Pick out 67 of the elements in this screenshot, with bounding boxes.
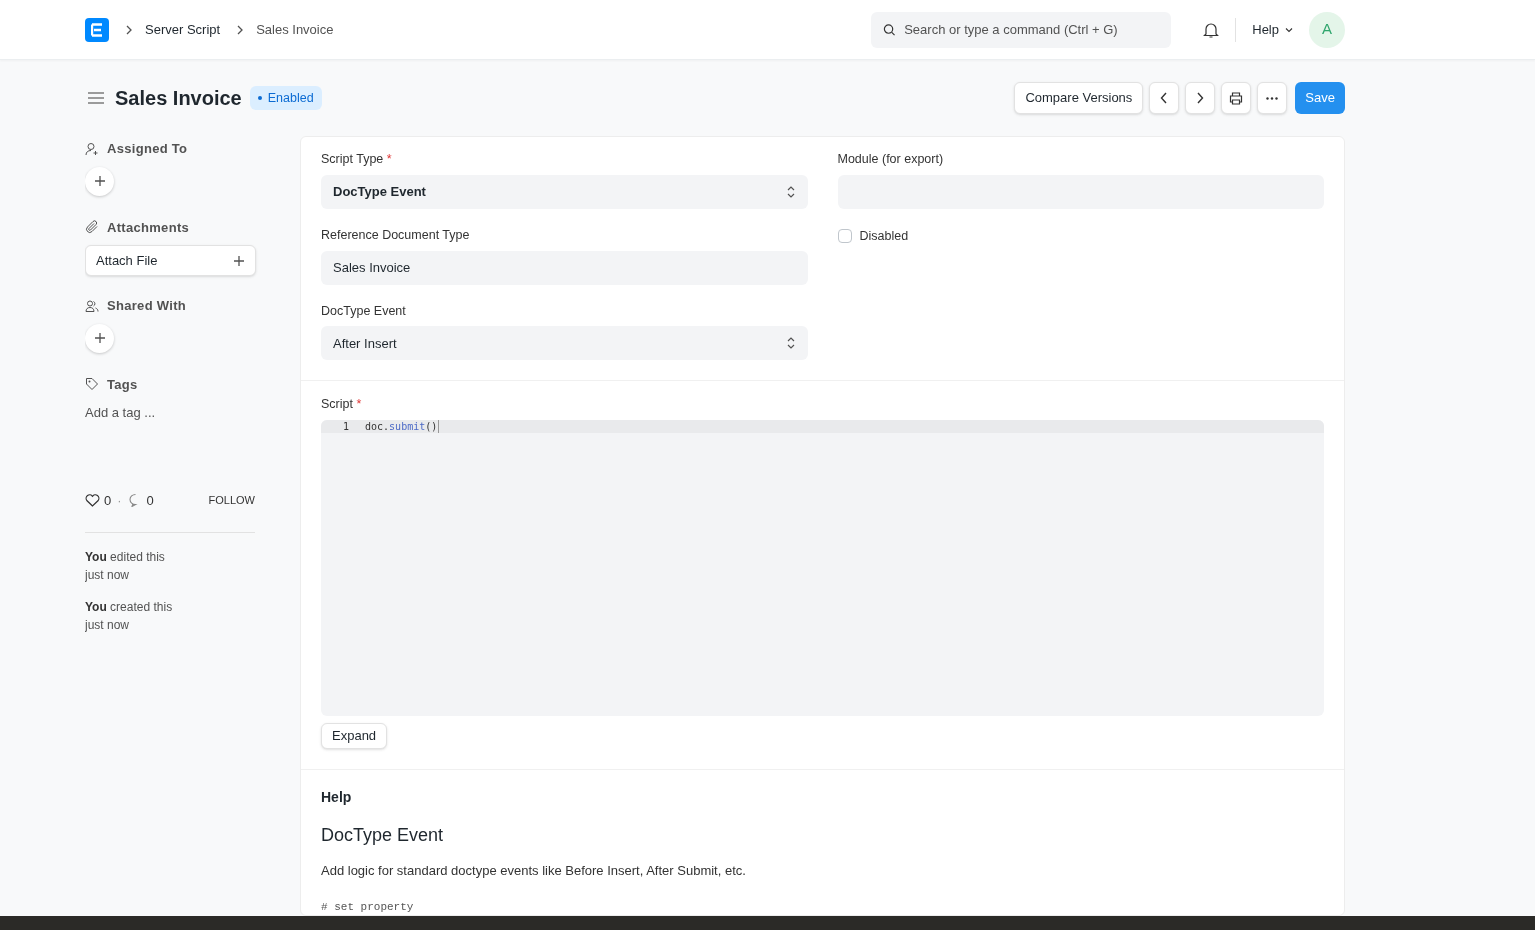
field-label: Script Type * bbox=[321, 151, 393, 168]
field-label: Module (for export) bbox=[837, 151, 945, 168]
compare-versions-button[interactable]: Compare Versions bbox=[1014, 82, 1144, 114]
activity-time: just now bbox=[85, 567, 131, 584]
select-arrows-icon bbox=[785, 336, 796, 351]
activity-text: You edited this bbox=[85, 549, 166, 566]
users-icon bbox=[85, 298, 99, 313]
select-field[interactable]: DocType Event bbox=[321, 174, 808, 209]
printer-icon bbox=[1229, 91, 1244, 105]
heart-icon[interactable] bbox=[85, 493, 100, 507]
checkbox[interactable] bbox=[837, 229, 852, 244]
breadcrumb-link[interactable]: Sales Invoice bbox=[256, 19, 334, 40]
next-button[interactable] bbox=[1185, 82, 1216, 114]
activity-time: just now bbox=[85, 617, 131, 634]
help-title: DocType Event bbox=[321, 824, 445, 847]
select-field[interactable]: After Insert bbox=[321, 326, 808, 361]
plus-icon bbox=[233, 254, 245, 267]
chevron-right-icon bbox=[125, 24, 133, 35]
code-line: doc.submit() bbox=[365, 420, 440, 433]
page-title: Sales Invoice bbox=[115, 86, 242, 111]
chevron-left-icon bbox=[1160, 92, 1169, 104]
chevron-right-icon bbox=[236, 24, 245, 35]
select-arrows-icon bbox=[785, 184, 796, 199]
search-field[interactable]: Search or type a command (Ctrl + G) bbox=[904, 19, 1160, 40]
attach-file-button[interactable]: Attach File bbox=[85, 245, 256, 276]
app-logo[interactable] bbox=[85, 17, 109, 42]
paperclip-icon bbox=[85, 220, 99, 235]
section-heading: Help bbox=[321, 788, 353, 807]
code-editor[interactable]: 1 doc.submit() bbox=[321, 420, 1324, 716]
print-button[interactable] bbox=[1221, 82, 1252, 114]
caret-icon bbox=[1285, 26, 1293, 33]
logo-icon bbox=[91, 22, 103, 37]
field-label: Reference Document Type bbox=[321, 226, 471, 244]
expand-button[interactable]: Expand bbox=[321, 723, 388, 749]
add-share-button[interactable] bbox=[85, 323, 114, 353]
plus-icon bbox=[93, 332, 106, 344]
plus-icon bbox=[93, 175, 106, 187]
notification-bell-icon[interactable] bbox=[1203, 20, 1220, 39]
search-bar[interactable]: Search or type a command (Ctrl + G) bbox=[871, 11, 1172, 48]
code-snippet: # set property bbox=[321, 899, 415, 915]
help-text: Add logic for standard doctype events like Before Insert, After Submit, etc. bbox=[321, 862, 747, 880]
comment-count: 0 bbox=[146, 491, 154, 510]
add-assignee-button[interactable] bbox=[85, 166, 114, 196]
status-indicator: Enabled bbox=[249, 86, 322, 110]
input-field[interactable]: Sales Invoice bbox=[321, 250, 808, 285]
line-number: 1 bbox=[341, 420, 349, 433]
previous-button[interactable] bbox=[1149, 82, 1180, 114]
separator: · bbox=[117, 491, 122, 510]
like-count: 0 bbox=[104, 491, 112, 510]
activity-text: You created this bbox=[85, 599, 174, 616]
more-icon bbox=[1266, 96, 1279, 100]
section-label: Assigned To bbox=[107, 140, 188, 158]
tag-icon bbox=[85, 377, 99, 392]
add-tag-link[interactable]: Add a tag ... bbox=[85, 403, 255, 423]
section-label: Tags bbox=[107, 375, 138, 394]
help-menu[interactable]: Help bbox=[1252, 19, 1293, 40]
breadcrumb-link[interactable]: Server Script bbox=[145, 19, 221, 40]
chevron-right-icon bbox=[1196, 92, 1205, 104]
user-plus-icon bbox=[85, 141, 99, 156]
checkbox-label: Disabled bbox=[859, 227, 909, 245]
section-label: Attachments bbox=[107, 218, 190, 237]
menu-icon[interactable] bbox=[87, 91, 105, 105]
field-label: DocType Event bbox=[321, 302, 407, 320]
section-label: Shared With bbox=[107, 297, 187, 315]
follow-link[interactable]: FOLLOW bbox=[208, 492, 255, 509]
field-label: Script * bbox=[321, 396, 363, 414]
search-icon bbox=[883, 22, 897, 37]
